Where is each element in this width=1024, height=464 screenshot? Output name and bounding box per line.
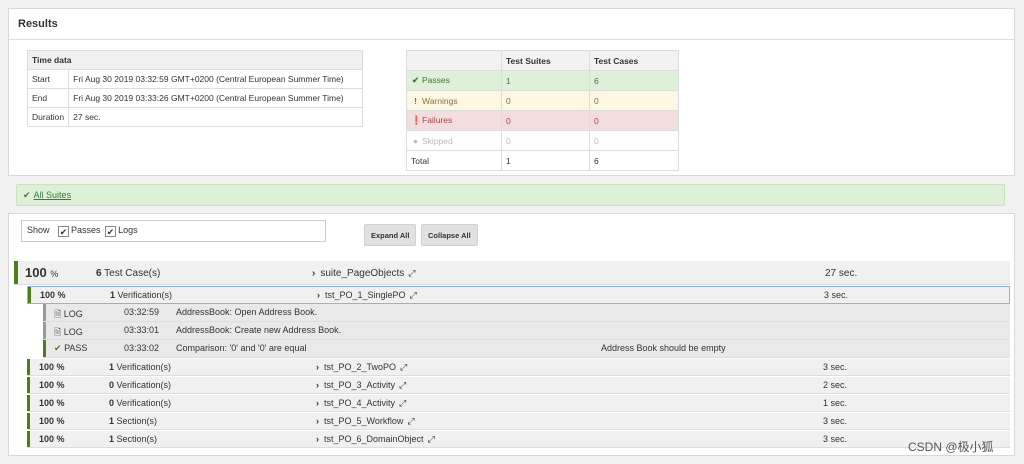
summary-row-warnings: ! Warnings 0 0 [406,90,679,111]
time-row-start: Start Fri Aug 30 2019 03:32:59 GMT+0200 … [26,69,363,89]
chevron-right-icon: › [316,416,319,426]
summary-row-passes: ✔ Passes 1 6 [406,70,679,91]
passes-label: Passes [71,225,101,235]
time-data-header: Time data [27,50,363,70]
time-row-end: End Fri Aug 30 2019 03:33:26 GMT+0200 (C… [26,88,363,108]
collapse-all-button[interactable]: Collapse All [421,224,478,246]
expand-arrows-icon[interactable]: ⤢ [428,434,435,444]
results-tree: Show ✔ Passes ✔ Logs Expand All Collapse A… [8,213,1015,456]
time-data-table: Time data Start Fri Aug 30 2019 03:32:59… [26,50,363,127]
passes-checkbox[interactable]: ✔ [58,226,70,237]
case-row[interactable]: 100 % 1 Section(s) › tst_PO_5_Workflow ⤢ 3… [27,413,1010,430]
chevron-right-icon: › [316,380,319,390]
case-row[interactable]: 100 % 1 Section(s) › tst_PO_6_DomainObjec… [27,431,1010,448]
expand-arrows-icon[interactable]: ⤢ [408,268,415,278]
chevron-right-icon: › [316,362,319,372]
chevron-right-icon: › [316,434,319,444]
expand-all-button[interactable]: Expand All [364,224,417,246]
expand-arrows-icon[interactable]: ⤢ [410,290,417,300]
summary-row-skipped: ● Skipped 0 0 [406,130,679,151]
warning-icon: ! [414,95,417,106]
summary-row-failures: ❗Failures 0 0 [406,110,679,131]
case-row[interactable]: 100 % 0 Verification(s) › tst_PO_3_Activi… [27,377,1010,394]
expand-arrows-icon[interactable]: ⤢ [400,362,407,372]
suite-time: 27 sec. [825,268,858,279]
expand-arrows-icon[interactable]: ⤢ [399,398,406,408]
suite-row[interactable]: 100 % 6 Test Case(s) › suite_PageObjects ⤢… [14,261,1010,285]
chevron-right-icon: › [316,398,319,408]
check-icon: ✔ [54,343,62,353]
log-row: 🗎 LOG 03:32:59 AddressBook: Open Address… [43,304,1010,322]
all-suites-link[interactable]: All Suites [34,190,72,200]
suite-name: suite_PageObjects [320,268,405,279]
check-icon: ✔ [23,190,31,200]
show-label: Show [27,225,50,235]
case-row[interactable]: 100 % 1 Verification(s) › tst_PO_1_Single… [27,286,1010,304]
results-panel: Results Time data Start Fri Aug 30 2019 … [8,8,1015,176]
results-title: Results [9,9,1014,40]
expand-arrows-icon[interactable]: ⤢ [399,380,406,390]
error-icon: ❗ [411,115,422,125]
watermark: CSDN @极小狐 [908,440,994,454]
suite-pct: 100 [25,265,47,280]
chevron-right-icon: › [312,268,316,279]
pass-row: ✔ PASS 03:33:02 Comparison: '0' and '0' … [43,340,1010,358]
logs-label: Logs [118,225,138,235]
expand-arrows-icon[interactable]: ⤢ [407,416,414,426]
time-row-duration: Duration 27 sec. [26,107,363,127]
logs-checkbox[interactable]: ✔ [105,226,117,237]
summary-table: Test Suites Test Cases ✔ Passes 1 6 ! Warn… [406,50,679,171]
all-suites-bar: ✔ All Suites [16,184,1005,206]
case-row[interactable]: 100 % 1 Verification(s) › tst_PO_2_TwoPO ⤢… [27,359,1010,376]
summary-row-total: Total 1 6 [406,150,679,171]
chevron-right-icon: › [317,290,320,300]
suite-count: 6 [96,268,102,279]
document-icon: 🗎 [54,309,62,319]
show-filter: Show ✔ Passes ✔ Logs [21,220,326,242]
case-row[interactable]: 100 % 0 Verification(s) › tst_PO_4_Activi… [27,395,1010,412]
log-row: 🗎 LOG 03:33:01 AddressBook: Create new A… [43,322,1010,340]
document-icon: 🗎 [54,327,62,337]
skip-icon: ● [412,135,419,146]
check-icon: ✔ [411,75,420,85]
